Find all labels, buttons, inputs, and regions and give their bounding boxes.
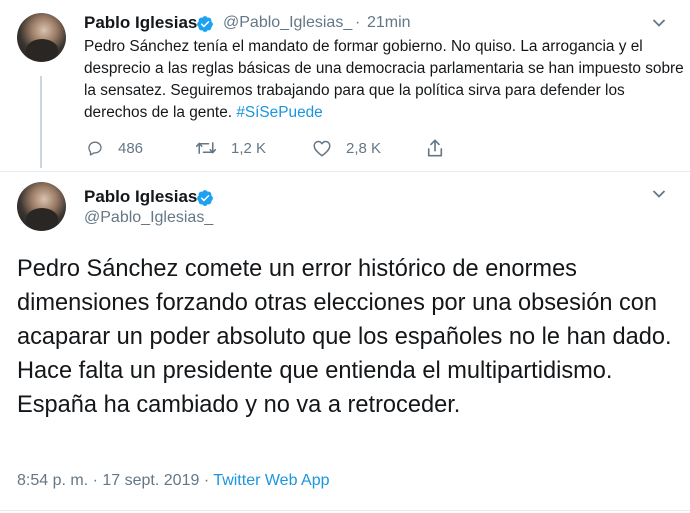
- tweet-date[interactable]: 17 sept. 2019: [102, 472, 199, 489]
- share-button[interactable]: [426, 137, 458, 159]
- chevron-down-icon[interactable]: [652, 18, 666, 28]
- retweet-button[interactable]: 1,2 K: [195, 137, 266, 159]
- like-count: 2,8 K: [346, 139, 382, 157]
- tweet-meta: 8:54 p. m. · 17 sept. 2019 · Twitter Web…: [17, 472, 330, 490]
- avatar[interactable]: [17, 13, 66, 62]
- author-name[interactable]: Pablo Iglesias: [84, 13, 197, 33]
- separator-dot: ·: [203, 472, 210, 489]
- tweet-timestamp[interactable]: 21min: [367, 14, 411, 32]
- divider: [0, 171, 690, 172]
- reply-button[interactable]: 486: [86, 137, 143, 159]
- divider: [0, 510, 690, 511]
- like-icon: [313, 140, 331, 157]
- tweet-text: Pedro Sánchez tenía el mandato de formar…: [84, 36, 684, 124]
- reply-count: 486: [118, 139, 144, 157]
- client-link[interactable]: Twitter Web App: [213, 472, 329, 489]
- hashtag-link[interactable]: #SíSePuede: [236, 104, 322, 121]
- retweet-count: 1,2 K: [231, 139, 267, 157]
- tweet-text: Pedro Sánchez comete un error histórico …: [17, 256, 672, 418]
- verified-badge-icon: [197, 190, 213, 206]
- chevron-down-icon[interactable]: [652, 189, 666, 199]
- author-handle[interactable]: @Pablo_Iglesias_: [223, 14, 352, 32]
- author-handle[interactable]: @Pablo_Iglesias_: [84, 209, 213, 227]
- reply-icon: [88, 141, 102, 156]
- retweet-icon: [195, 142, 217, 154]
- tweet-body: Pedro Sánchez tenía el mandato de formar…: [84, 38, 684, 121]
- tweet-time[interactable]: 8:54 p. m.: [17, 472, 88, 489]
- thread-connector: [40, 76, 42, 168]
- author-name[interactable]: Pablo Iglesias: [84, 187, 197, 207]
- verified-badge-icon: [197, 16, 213, 32]
- separator-dot: ·: [92, 472, 98, 489]
- share-icon: [427, 139, 443, 157]
- like-button[interactable]: 2,8 K: [312, 137, 381, 159]
- separator-dot: ·: [355, 14, 361, 31]
- avatar[interactable]: [17, 182, 66, 231]
